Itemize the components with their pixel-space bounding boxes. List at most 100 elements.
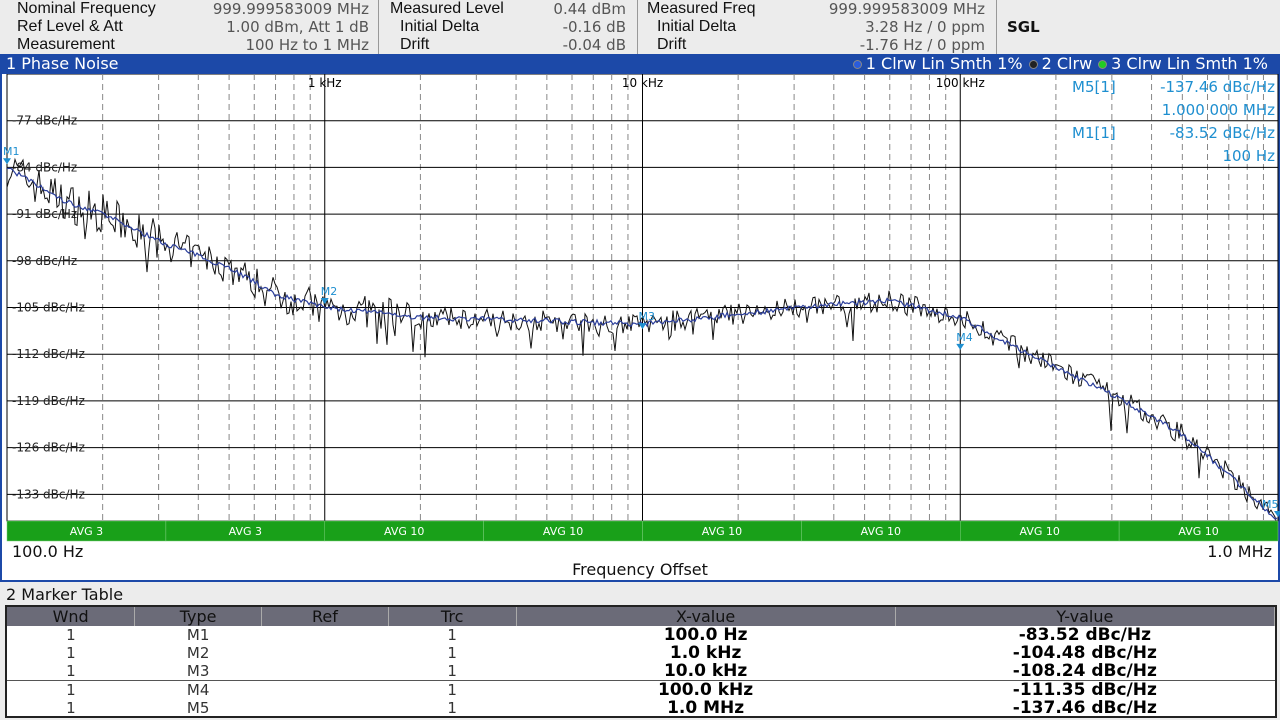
trace-legend-item[interactable]: 2 Clrw: [1042, 54, 1093, 74]
x-tick-label: 10 kHz: [622, 76, 663, 90]
table-cell: 1.0 kHz: [516, 644, 895, 662]
table-cell: 1: [7, 662, 135, 681]
header-col3: Measured Freq999.999583009 MHzInitial De…: [647, 0, 985, 54]
table-cell: 10.0 kHz: [516, 662, 895, 681]
x-tick-label: 100 kHz: [936, 76, 985, 90]
phase-noise-plot[interactable]: 1 kHz10 kHz100 kHz-77 dBc/Hz-84 dBc/Hz-9…: [2, 74, 1280, 582]
marker-label: M1: [3, 145, 20, 158]
marker-readout-x: 100 Hz: [1222, 147, 1275, 165]
marker-readout-name: M5[1]: [1072, 78, 1116, 96]
trace-color-icon: [853, 60, 862, 69]
table-row[interactable]: 1M3110.0 kHz-108.24 dBc/Hz: [7, 662, 1275, 681]
y-tick-label: -119 dBc/Hz: [12, 394, 85, 408]
header-value: 1.00 dBm, Att 1 dB: [226, 18, 369, 36]
column-header: Type: [135, 607, 262, 626]
header-label: Measured Freq: [647, 0, 756, 18]
table-cell: -83.52 dBc/Hz: [895, 626, 1274, 644]
header-value: -0.16 dB: [563, 18, 626, 36]
table-cell: 1: [388, 699, 516, 717]
column-header: Y-value: [895, 607, 1274, 626]
avg-label: AVG 3: [229, 525, 262, 538]
column-header: Wnd: [7, 607, 135, 626]
trace-legend-item[interactable]: 1 Clrw Lin Smth 1%: [866, 54, 1023, 74]
header-row: Drift -1.76 Hz / 0 ppm: [647, 36, 985, 54]
header-col2: Measured Level 0.44 dBm Initial Delta -0.16…: [390, 0, 626, 54]
header-value: -0.04 dB: [563, 36, 626, 54]
table-cell: 1.0 MHz: [516, 699, 895, 717]
trace-legend: 1 Clrw Lin Smth 1% 2 Clrw 3 Clrw Lin Smth …: [849, 54, 1268, 74]
header-row: Initial Delta 3.28 Hz / 0 ppm: [647, 18, 985, 36]
table-row[interactable]: 1M41100.0 kHz-111.35 dBc/Hz: [7, 681, 1275, 700]
marker-readout-name: M1[1]: [1072, 124, 1116, 142]
marker-readout-x: 1.000 000 MHz: [1162, 101, 1275, 119]
y-tick-label: -98 dBc/Hz: [12, 254, 77, 268]
x-start-label: 100.0 Hz: [12, 542, 83, 561]
header-value: 100 Hz to 1 MHz: [245, 36, 369, 54]
trace-legend-item[interactable]: 3 Clrw Lin Smth 1%: [1111, 54, 1268, 74]
header-row: Measurement 100 Hz to 1 MHz: [17, 36, 369, 54]
avg-label: AVG 10: [702, 525, 742, 538]
header-row: Nominal Frequency999.999583009 MHz: [17, 0, 369, 18]
header-label: Initial Delta: [390, 18, 479, 36]
column-header: Ref: [262, 607, 389, 626]
table-cell: [262, 681, 389, 700]
window-title: 1 Phase Noise: [6, 54, 119, 74]
header-row: Initial Delta -0.16 dB: [390, 18, 626, 36]
header-label: Measurement: [17, 36, 115, 54]
header-label: Nominal Frequency: [17, 0, 156, 18]
avg-label: AVG 10: [861, 525, 901, 538]
table-cell: 100.0 kHz: [516, 681, 895, 700]
phase-noise-window[interactable]: 1 kHz10 kHz100 kHz-77 dBc/Hz-84 dBc/Hz-9…: [0, 74, 1280, 582]
header-row: Drift -0.04 dB: [390, 36, 626, 54]
table-row[interactable]: 1M511.0 MHz-137.46 dBc/Hz: [7, 699, 1275, 717]
table-cell: [262, 662, 389, 681]
avg-label: AVG 10: [1020, 525, 1060, 538]
table-cell: 1: [7, 681, 135, 700]
trace-color-icon: [1029, 60, 1038, 69]
avg-label: AVG 10: [384, 525, 424, 538]
header-value: 999.999583009 MHz: [829, 0, 985, 18]
y-tick-label: -91 dBc/Hz: [12, 207, 77, 221]
header-label: Measured Level: [390, 0, 504, 18]
column-header: Trc: [388, 607, 516, 626]
avg-label: AVG 10: [1178, 525, 1218, 538]
marker-label: M5: [1262, 498, 1279, 511]
table-cell: 1: [388, 681, 516, 700]
x-axis-label: Frequency Offset: [2, 560, 1278, 579]
table-cell: 1: [388, 626, 516, 644]
marker-label: M4: [956, 331, 973, 344]
column-header: X-value: [516, 607, 895, 626]
header-value: 3.28 Hz / 0 ppm: [865, 18, 985, 36]
header-label: Drift: [390, 36, 429, 54]
y-tick-label: -77 dBc/Hz: [12, 114, 77, 128]
table-cell: 1: [7, 699, 135, 717]
table-cell: [262, 699, 389, 717]
table-cell: 1: [7, 626, 135, 644]
header-value: 0.44 dBm: [553, 0, 626, 18]
header-label: Drift: [647, 36, 686, 54]
header-label: Ref Level & Att: [17, 18, 123, 36]
table-cell: M1: [135, 626, 262, 644]
marker-label: M2: [321, 285, 338, 298]
table-cell: 1: [388, 662, 516, 681]
table-row[interactable]: 1M11100.0 Hz-83.52 dBc/Hz: [7, 626, 1275, 644]
marker-label: M3: [639, 310, 656, 323]
table-cell: -111.35 dBc/Hz: [895, 681, 1274, 700]
y-tick-label: -105 dBc/Hz: [12, 301, 85, 315]
table-cell: M4: [135, 681, 262, 700]
x-tick-label: 1 kHz: [308, 76, 342, 90]
table-cell: [262, 644, 389, 662]
header-row: Measured Freq 999.999583009 MHz: [647, 0, 985, 18]
avg-label: AVG 3: [70, 525, 103, 538]
marker-table-title: 2 Marker Table: [6, 585, 123, 604]
header-value: -1.76 Hz / 0 ppm: [860, 36, 985, 54]
header-label: Initial Delta: [647, 18, 736, 36]
table-row[interactable]: 1M211.0 kHz-104.48 dBc/Hz: [7, 644, 1275, 662]
header-col1: Nominal Frequency999.999583009 MHzRef Le…: [17, 0, 369, 54]
header-row: Measured Level 0.44 dBm: [390, 0, 626, 18]
window-title-bar[interactable]: 1 Phase Noise 1 Clrw Lin Smth 1% 2 Clrw 3 …: [0, 54, 1280, 74]
table-cell: M5: [135, 699, 262, 717]
y-tick-label: -126 dBc/Hz: [12, 441, 85, 455]
table-cell: -108.24 dBc/Hz: [895, 662, 1274, 681]
y-tick-label: -133 dBc/Hz: [12, 487, 85, 501]
